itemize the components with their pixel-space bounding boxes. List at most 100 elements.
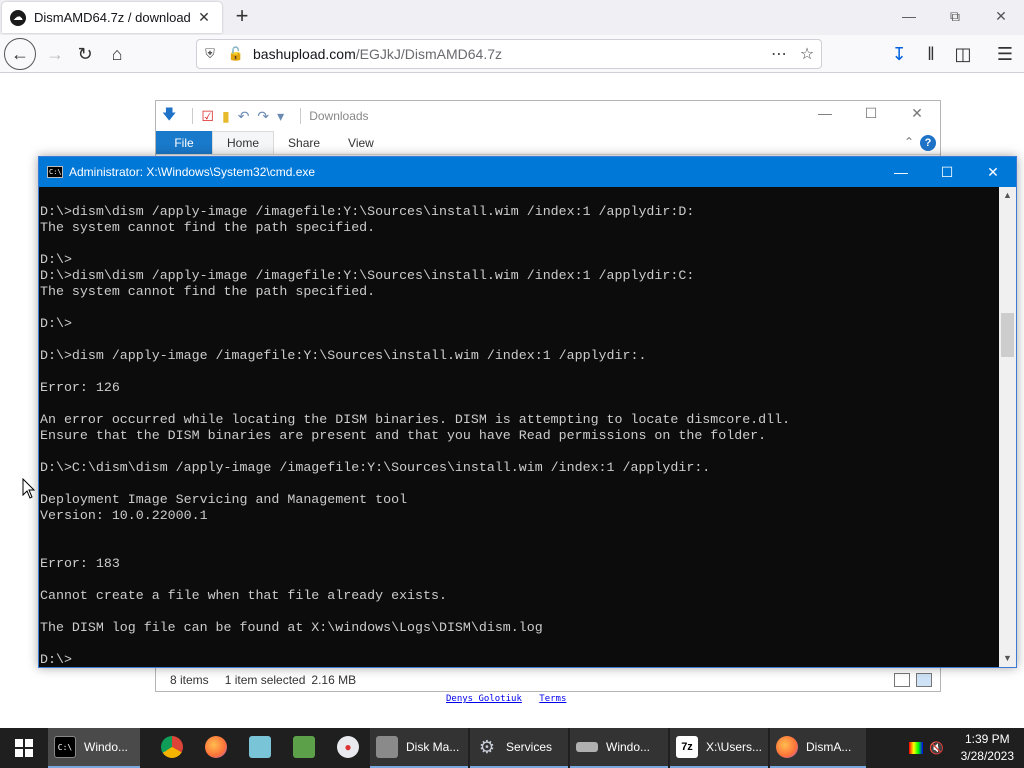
taskbar-spreadsheet-app[interactable] [282,728,326,768]
tab-file[interactable]: File [156,131,212,154]
taskbar-firefox[interactable] [194,728,238,768]
bookmark-star-icon[interactable]: ☆ [793,44,821,64]
mouse-cursor-icon [22,478,36,499]
clock[interactable]: 1:39 PM 3/28/2023 [951,731,1024,765]
cmd-icon: C:\ [47,166,63,178]
forward-button[interactable]: → [40,39,70,69]
down-arrow-icon[interactable]: 🡇 [162,104,176,128]
back-button[interactable]: ← [4,38,36,70]
tab-share[interactable]: Share [274,131,334,154]
restore-button[interactable]: ⧉ [932,0,978,32]
explorer-titlebar: 🡇 ☑ ▮ ↶ ↷ ▾ Downloads — ☐ ✕ [156,101,940,131]
author-link[interactable]: Denys Golotiuk [446,694,522,704]
taskbar-label: DismA... [806,740,852,754]
taskbar-firefox-window[interactable]: DismA... [770,728,866,768]
taskbar: C:\ Windo... ● Disk Ma... ⚙ Services Win… [0,728,1024,768]
disk-management-icon [376,736,398,758]
scroll-down-icon[interactable]: ▼ [999,650,1016,667]
gear-icon: ⚙ [478,736,496,757]
explorer-status-bar: 8 items 1 item selected 2.16 MB [156,667,940,691]
new-folder-icon[interactable]: ▮ [222,108,230,125]
taskbar-services[interactable]: ⚙ Services [470,728,568,768]
library-icon[interactable]: ‖ [916,39,946,69]
explorer-maximize-button[interactable]: ☐ [848,105,894,122]
minimize-button[interactable]: — [886,0,932,32]
cmd-output: D:\>dism\dism /apply-image /imagefile:Y:… [40,204,791,667]
taskbar-notepad-app[interactable] [238,728,282,768]
home-button[interactable]: ⌂ [102,39,132,69]
taskbar-paint-app[interactable]: ● [326,728,370,768]
volume-muted-icon[interactable]: 🔇 [927,741,947,755]
url-path: /EGJkJ/DismAMD64.7z [355,46,502,62]
cmd-icon: C:\ [54,736,76,758]
collapse-ribbon-icon[interactable]: ⌃ [904,135,914,149]
page-actions-icon[interactable]: ⋯ [765,44,793,64]
large-icons-view-icon[interactable] [916,673,932,687]
properties-icon[interactable]: ☑ [201,108,214,125]
windows-logo-icon [15,739,33,757]
url-host: bashupload.com [253,46,356,62]
taskbar-cmd[interactable]: C:\ Windo... [48,728,140,768]
browser-nav-bar: ← → ↻ ⌂ ⛨ 🔓 bashupload.com/EGJkJ/DismAMD… [0,35,1024,73]
explorer-title: Downloads [309,109,369,123]
undo-icon[interactable]: ↶ [238,108,250,125]
details-view-icon[interactable] [894,673,910,687]
cmd-titlebar[interactable]: C:\ Administrator: X:\Windows\System32\c… [39,157,1016,187]
tab-view[interactable]: View [334,131,388,154]
7zip-icon: 7z [676,736,698,758]
taskbar-label: X:\Users... [706,740,762,754]
cmd-title: Administrator: X:\Windows\System32\cmd.e… [69,165,316,179]
taskbar-chrome[interactable] [150,728,194,768]
selection-size: 2.16 MB [311,672,357,687]
start-button[interactable] [0,728,48,768]
explorer-minimize-button[interactable]: — [802,105,848,121]
reload-button[interactable]: ↻ [70,39,100,69]
clock-date: 3/28/2023 [960,749,1014,763]
divider [300,108,302,124]
cmd-window: C:\ Administrator: X:\Windows\System32\c… [38,156,1017,668]
taskbar-windows-setup[interactable]: Windo... [570,728,668,768]
taskbar-label: Windo... [606,740,651,754]
firefox-icon [205,736,227,758]
new-tab-button[interactable]: + [229,4,255,30]
menu-icon[interactable]: ☰ [990,39,1020,69]
insecure-lock-icon[interactable]: 🔓 [223,46,249,62]
customize-qat-icon[interactable]: ▾ [277,108,284,125]
page-footer-links: Denys Golotiuk Terms [446,694,578,704]
taskbar-label: Disk Ma... [406,740,460,754]
terms-link[interactable]: Terms [539,694,566,704]
cmd-maximize-button[interactable]: ☐ [924,157,970,187]
view-switcher [894,673,932,687]
close-window-button[interactable]: ✕ [978,0,1024,32]
explorer-ribbon-tabs: File Home Share View [156,131,940,155]
cmd-close-button[interactable]: ✕ [970,157,1016,187]
scroll-up-icon[interactable]: ▲ [999,187,1016,204]
redo-icon[interactable]: ↷ [257,108,269,125]
browser-tab[interactable]: ☁ DismAMD64.7z / download fro ✕ [2,2,222,33]
color-app-icon[interactable] [908,742,923,754]
taskbar-7zip[interactable]: 7z X:\Users... [670,728,768,768]
scroll-thumb[interactable] [1001,313,1014,357]
close-tab-icon[interactable]: ✕ [194,9,214,26]
cmd-minimize-button[interactable]: — [878,157,924,187]
downloads-icon[interactable]: ↧ [884,39,914,69]
help-icon[interactable]: ? [920,135,936,151]
sidebar-icon[interactable]: ◫ [948,39,978,69]
system-tray: 🔇 1:39 PM 3/28/2023 [908,728,1024,768]
explorer-close-button[interactable]: ✕ [894,105,940,122]
taskbar-disk-management[interactable]: Disk Ma... [370,728,468,768]
shield-icon[interactable]: ⛨ [197,46,223,62]
drive-icon [576,742,598,752]
cmd-scrollbar[interactable]: ▲ ▼ [999,187,1016,667]
selection-count: 1 item selected [224,672,306,687]
tab-title: DismAMD64.7z / download fro [34,10,194,25]
url-bar[interactable]: ⛨ 🔓 bashupload.com/EGJkJ/DismAMD64.7z ⋯ … [196,39,822,69]
url-text[interactable]: bashupload.com/EGJkJ/DismAMD64.7z [249,46,765,62]
palette-icon: ● [337,736,359,758]
spreadsheet-icon [293,736,315,758]
browser-tab-bar: ☁ DismAMD64.7z / download fro ✕ + — ⧉ ✕ [0,0,1024,35]
tab-home[interactable]: Home [212,131,275,154]
cmd-console[interactable]: D:\>dism\dism /apply-image /imagefile:Y:… [39,187,999,667]
divider [192,108,194,124]
chrome-icon [161,736,183,758]
